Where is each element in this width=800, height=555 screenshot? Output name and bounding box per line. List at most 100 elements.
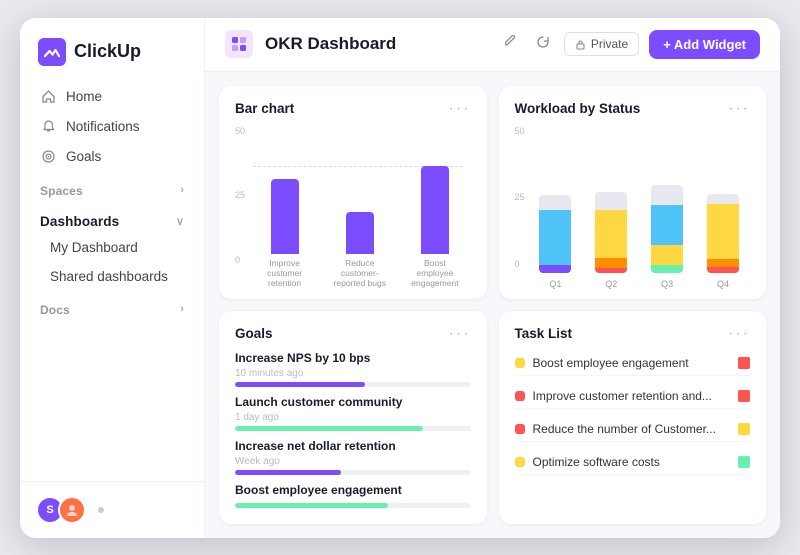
stacked-bar-q4: Q4 xyxy=(704,194,742,289)
bar-2 xyxy=(346,212,374,254)
avatar-img xyxy=(58,496,86,524)
app-window: ClickUp Home Notifications xyxy=(20,18,780,538)
goal-item-1: Increase NPS by 10 bps 10 minutes ago xyxy=(235,351,471,387)
task-name-2: Improve customer retention and... xyxy=(533,389,731,403)
task-flag-1 xyxy=(738,357,750,369)
sidebar-item-home[interactable]: Home xyxy=(30,82,194,112)
bar-3 xyxy=(421,166,449,254)
sidebar-item-my-dashboard[interactable]: My Dashboard xyxy=(30,233,194,262)
goals-widget: Goals ··· Increase NPS by 10 bps 10 minu… xyxy=(219,311,487,524)
stacked-chart-area: 50 25 0 Q xyxy=(515,126,751,289)
private-badge[interactable]: Private xyxy=(564,32,639,56)
goal-1-progress-fill xyxy=(235,382,365,387)
task-item-2[interactable]: Improve customer retention and... xyxy=(515,384,751,409)
bar-group-3: Boost employee engagement xyxy=(407,166,462,289)
q4-seg-0 xyxy=(707,194,739,204)
add-widget-button[interactable]: + Add Widget xyxy=(649,30,760,59)
lock-icon xyxy=(575,39,586,50)
bar-chart-widget: Bar chart ··· 50 25 0 xyxy=(219,86,487,299)
goals-header: Goals ··· xyxy=(235,325,471,343)
logo-text: ClickUp xyxy=(74,41,141,62)
task-list-widget: Task List ··· Boost employee engagement … xyxy=(499,311,767,524)
bar-chart-more-button[interactable]: ··· xyxy=(449,100,471,118)
sidebar-item-notifications[interactable]: Notifications xyxy=(30,112,194,142)
workload-widget: Workload by Status ··· 50 25 0 xyxy=(499,86,767,299)
bar-chart-header: Bar chart ··· xyxy=(235,100,471,118)
task-list-title: Task List xyxy=(515,326,573,341)
task-dot-2 xyxy=(515,391,525,401)
edit-button[interactable] xyxy=(500,31,522,57)
bell-icon xyxy=(40,119,56,135)
goal-2-progress-fill xyxy=(235,426,423,431)
dashboards-label: Dashboards xyxy=(40,214,119,229)
goal-item-2: Launch customer community 1 day ago xyxy=(235,395,471,431)
clickup-logo-icon xyxy=(38,38,66,66)
workload-header: Workload by Status ··· xyxy=(515,100,751,118)
goal-1-time: 10 minutes ago xyxy=(235,368,471,379)
grid-icon xyxy=(231,36,247,52)
goal-3-header: Increase net dollar retention xyxy=(235,439,471,453)
task-dot-1 xyxy=(515,358,525,368)
q1-seg-1 xyxy=(539,210,571,265)
task-name-4: Optimize software costs xyxy=(533,455,731,469)
q2-seg-1 xyxy=(595,210,627,258)
dashboards-chevron-icon: ∨ xyxy=(176,215,184,228)
task-name-3: Reduce the number of Customer... xyxy=(533,422,731,436)
private-label: Private xyxy=(591,37,628,51)
task-list: Boost employee engagement Improve custom… xyxy=(515,351,751,514)
task-list-header: Task List ··· xyxy=(515,325,751,343)
bar-chart-area: 50 25 0 Improve customer retention xyxy=(235,126,471,289)
bar-1 xyxy=(271,179,299,254)
goal-2-time: 1 day ago xyxy=(235,412,471,423)
stacked-bar-q4-bar xyxy=(707,194,739,273)
bar-chart-grid: Improve customer retention Reduce custom… xyxy=(235,126,471,289)
target-icon xyxy=(40,149,56,165)
q3-seg-2 xyxy=(651,245,683,265)
main-content: OKR Dashboard Private + Add Widget xyxy=(205,18,780,538)
logo: ClickUp xyxy=(20,18,204,82)
avatar-stack: S xyxy=(36,496,86,524)
sidebar-item-goals[interactable]: Goals xyxy=(30,142,194,172)
goals-more-button[interactable]: ··· xyxy=(449,325,471,343)
bar-label-3: Boost employee engagement xyxy=(407,258,462,289)
task-flag-4 xyxy=(738,456,750,468)
q1-seg-2 xyxy=(539,265,571,273)
stacked-bar-q2-bar xyxy=(595,192,627,273)
dashboard-grid: Bar chart ··· 50 25 0 xyxy=(205,72,780,538)
task-flag-2 xyxy=(738,390,750,402)
docs-label: Docs xyxy=(40,303,70,317)
task-item-1[interactable]: Boost employee engagement xyxy=(515,351,751,376)
dashboard-title: OKR Dashboard xyxy=(265,34,488,54)
refresh-button[interactable] xyxy=(532,31,554,57)
topbar-actions: Private + Add Widget xyxy=(500,30,760,59)
stacked-bar-q3: Q3 xyxy=(648,185,686,289)
workload-title: Workload by Status xyxy=(515,101,641,116)
stacked-chart-grid: Q1 Q2 xyxy=(515,126,751,289)
workload-more-button[interactable]: ··· xyxy=(728,100,750,118)
q1-label: Q1 xyxy=(549,279,561,289)
goal-1-progress-bar xyxy=(235,382,471,387)
stacked-bar-q2: Q2 xyxy=(592,192,630,289)
home-icon xyxy=(40,89,56,105)
shared-dashboards-label: Shared dashboards xyxy=(50,269,168,284)
goal-3-progress-fill xyxy=(235,470,341,475)
q4-seg-1 xyxy=(707,204,739,259)
goal-2-name: Launch customer community xyxy=(235,395,402,409)
stacked-bar-q1-bar xyxy=(539,195,571,273)
status-dot xyxy=(98,507,104,513)
task-item-3[interactable]: Reduce the number of Customer... xyxy=(515,417,751,442)
q4-seg-2 xyxy=(707,259,739,267)
task-item-4[interactable]: Optimize software costs xyxy=(515,450,751,475)
q2-seg-2 xyxy=(595,258,627,268)
q2-seg-3 xyxy=(595,268,627,273)
stacked-bar-q3-bar xyxy=(651,185,683,273)
goal-4-progress-bar xyxy=(235,503,471,508)
q3-label: Q3 xyxy=(661,279,673,289)
task-list-more-button[interactable]: ··· xyxy=(728,325,750,343)
q3-seg-1 xyxy=(651,205,683,245)
goal-item-3: Increase net dollar retention Week ago xyxy=(235,439,471,475)
sidebar-item-shared-dashboards[interactable]: Shared dashboards xyxy=(30,262,194,291)
goal-4-progress-fill xyxy=(235,503,388,508)
bar-label-2: Reduce customer-reported bugs xyxy=(332,258,387,289)
goal-2-progress-bar xyxy=(235,426,471,431)
